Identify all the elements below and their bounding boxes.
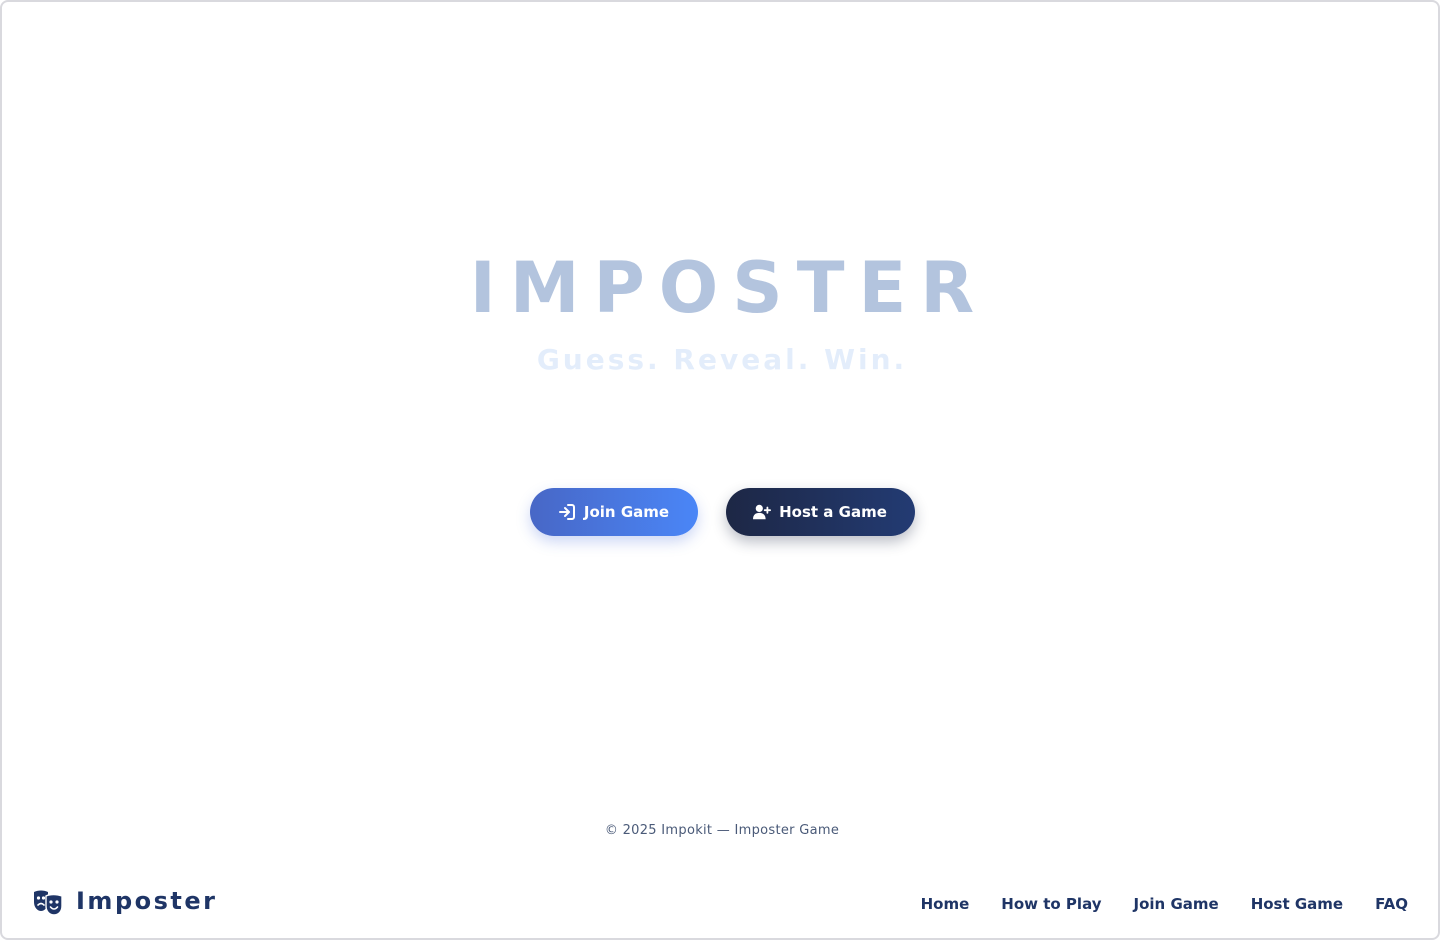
hero-subtitle: Guess. Reveal. Win. <box>536 343 908 376</box>
hero-title: IMPOSTER <box>469 247 989 329</box>
nav-faq[interactable]: FAQ <box>1375 895 1408 913</box>
footer-nav: Home How to Play Join Game Host Game FAQ <box>921 895 1408 913</box>
join-game-button[interactable]: Join Game <box>529 488 698 536</box>
brand-name: Imposter <box>76 887 218 915</box>
sign-in-icon <box>558 503 576 521</box>
cta-row: Join Game Host a Game <box>2 488 1438 536</box>
join-game-label: Join Game <box>583 503 670 521</box>
theater-masks-icon <box>32 886 66 916</box>
nav-how-to-play[interactable]: How to Play <box>1001 895 1101 913</box>
nav-join-game[interactable]: Join Game <box>1134 895 1219 913</box>
user-plus-icon <box>753 503 772 521</box>
copyright-text: © 2025 Impokit — Imposter Game <box>604 823 840 838</box>
brand-logo[interactable]: Imposter <box>32 886 217 916</box>
host-game-button[interactable]: Host a Game <box>725 488 915 536</box>
app-window: IMPOSTER Guess. Reveal. Win. Join Game H… <box>0 0 1440 940</box>
nav-host-game[interactable]: Host Game <box>1251 895 1343 913</box>
nav-home[interactable]: Home <box>921 895 970 913</box>
host-game-label: Host a Game <box>779 503 887 521</box>
